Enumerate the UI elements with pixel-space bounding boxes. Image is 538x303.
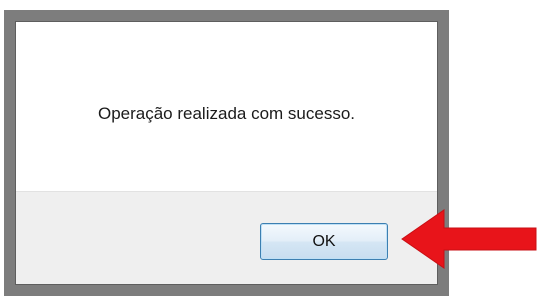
- ok-button-label: OK: [312, 232, 336, 250]
- screenshot-canvas: Operação realizada com sucesso. OK: [0, 0, 538, 303]
- red-arrow-icon: [401, 209, 537, 269]
- dialog-content: Operação realizada com sucesso.: [16, 22, 437, 192]
- message-dialog: Operação realizada com sucesso. OK: [15, 21, 438, 285]
- ok-button[interactable]: OK: [260, 223, 388, 260]
- dialog-footer: OK: [16, 191, 437, 284]
- dialog-frame: Operação realizada com sucesso. OK: [4, 10, 449, 296]
- dialog-message: Operação realizada com sucesso.: [97, 104, 356, 123]
